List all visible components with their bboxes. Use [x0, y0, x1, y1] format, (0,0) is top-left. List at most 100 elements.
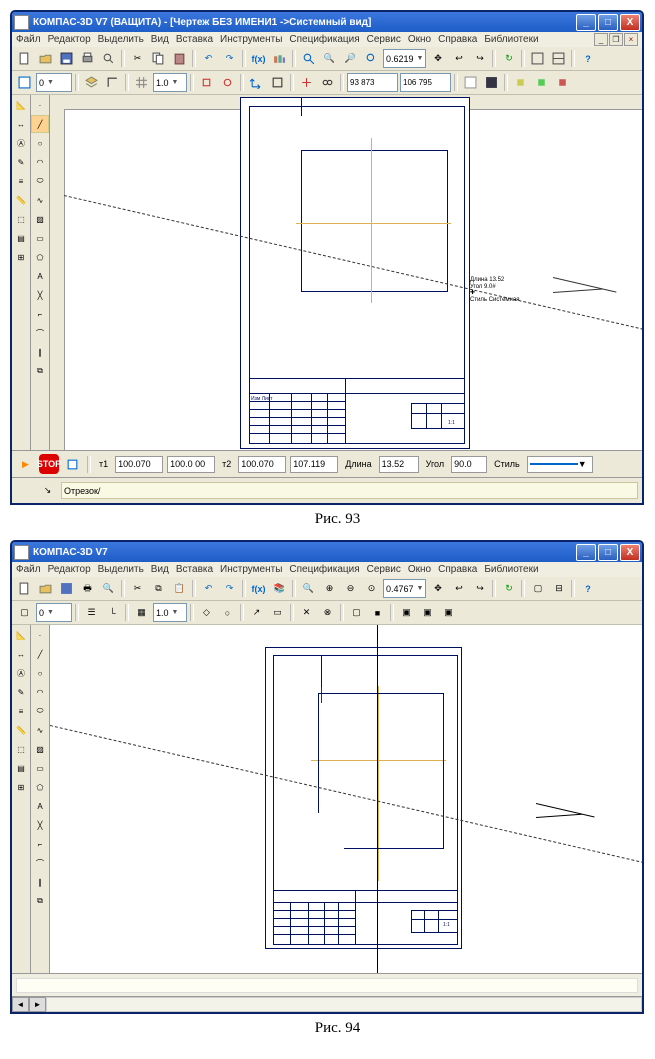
coord-y-field[interactable]: 106 795 — [400, 73, 451, 92]
save-button[interactable] — [57, 579, 76, 598]
bg2-button[interactable] — [482, 73, 501, 92]
snap2-button[interactable] — [218, 73, 237, 92]
tool-copy[interactable]: ⧉ — [31, 892, 49, 910]
print-button[interactable]: 🖶 — [78, 579, 97, 598]
tool-copy[interactable]: ⧉ — [31, 362, 49, 380]
zoom-window-button[interactable] — [299, 49, 318, 68]
state-button[interactable]: ▢ — [15, 603, 34, 622]
zoom-window-button[interactable]: 🔍 — [299, 579, 318, 598]
grid-button[interactable] — [132, 73, 151, 92]
cut-button[interactable]: ✂ — [128, 579, 147, 598]
tool-point[interactable]: · — [31, 96, 49, 114]
tool-chamfer[interactable]: ⌐ — [31, 835, 49, 853]
menu-edit[interactable]: Редактор — [48, 564, 91, 575]
paste-button[interactable] — [170, 49, 189, 68]
cp-spec[interactable]: ▤ — [12, 759, 30, 777]
tool-fillet[interactable]: ⌒ — [31, 854, 49, 872]
tool-rect[interactable]: ▭ — [31, 229, 49, 247]
menu-insert[interactable]: Вставка — [176, 34, 213, 45]
cp-geometry[interactable]: 📐 — [12, 96, 30, 114]
cp-sel[interactable]: ⬚ — [12, 210, 30, 228]
auto-create-button[interactable]: ▶ — [16, 455, 35, 474]
copy-button[interactable]: ⧉ — [149, 579, 168, 598]
tool-arc[interactable]: ◠ — [31, 153, 49, 171]
coord-x-field[interactable]: 93 873 — [347, 73, 398, 92]
cp-edit[interactable]: ✎ — [12, 683, 30, 701]
maximize-button[interactable]: □ — [598, 544, 618, 561]
pan-button[interactable]: ✥ — [428, 49, 447, 68]
zoom-out-button[interactable]: 🔎 — [341, 49, 360, 68]
libman-button[interactable]: 📚 — [270, 579, 289, 598]
zoom-next-button[interactable]: ↪ — [470, 579, 489, 598]
zoom-in-button[interactable]: ⊕ — [320, 579, 339, 598]
param-button[interactable] — [297, 73, 316, 92]
undo-button[interactable]: ↶ — [199, 49, 218, 68]
doc-restore-button[interactable]: ❐ — [609, 33, 623, 46]
menu-help[interactable]: Справка — [438, 564, 477, 575]
paste-button[interactable]: 📋 — [170, 579, 189, 598]
variables-button[interactable]: f(x) — [249, 49, 268, 68]
menu-tools[interactable]: Инструменты — [220, 564, 282, 575]
help-button[interactable]: ? — [578, 49, 597, 68]
layers-button[interactable]: ☰ — [82, 603, 101, 622]
menu-insert[interactable]: Вставка — [176, 564, 213, 575]
tool-arc[interactable]: ◠ — [31, 683, 49, 701]
scrollbar-horizontal[interactable]: ◄ ► — [12, 996, 642, 1012]
menu-view[interactable]: Вид — [151, 564, 169, 575]
cp-edit[interactable]: ✎ — [12, 153, 30, 171]
tool-spline[interactable]: ∿ — [31, 721, 49, 739]
menu-service[interactable]: Сервис — [367, 564, 401, 575]
tool-hatch[interactable]: ▨ — [31, 740, 49, 758]
menu-window[interactable]: Окно — [408, 34, 431, 45]
tool-equid[interactable]: ∥ — [31, 873, 49, 891]
redo-button[interactable]: ↷ — [220, 49, 239, 68]
bg1-button[interactable]: ▢ — [347, 603, 366, 622]
view2-button[interactable]: ⊟ — [549, 579, 568, 598]
tool-aux[interactable]: ╳ — [31, 816, 49, 834]
menu-select[interactable]: Выделить — [98, 34, 144, 45]
y2-field[interactable]: 107.119 — [290, 456, 338, 473]
doc-close-button[interactable]: × — [624, 33, 638, 46]
copy-button[interactable] — [149, 49, 168, 68]
state-button[interactable] — [15, 73, 34, 92]
tool-spline[interactable]: ∿ — [31, 191, 49, 209]
print-button[interactable] — [78, 49, 97, 68]
bg1-button[interactable] — [461, 73, 480, 92]
drawing-canvas[interactable]: Изм Лист 1:1 Длина 13.52 Угол 9.0# ✚ Сти… — [50, 95, 642, 450]
tool-poly[interactable]: ⬠ — [31, 778, 49, 796]
cp-dim[interactable]: ↔ — [12, 115, 30, 133]
redraw-button[interactable]: ↻ — [499, 579, 518, 598]
redo-button[interactable]: ↷ — [220, 579, 239, 598]
minimize-button[interactable]: _ — [576, 14, 596, 31]
open-button[interactable] — [36, 579, 55, 598]
lcs-button[interactable] — [247, 73, 266, 92]
view1-button[interactable] — [528, 49, 547, 68]
menu-edit[interactable]: Редактор — [48, 34, 91, 45]
minimize-button[interactable]: _ — [576, 544, 596, 561]
coord-button[interactable]: ▭ — [268, 603, 287, 622]
m1-button[interactable]: ▣ — [397, 603, 416, 622]
tool-poly[interactable]: ⬠ — [31, 248, 49, 266]
tool-hatch[interactable]: ▨ — [31, 210, 49, 228]
grid-button[interactable]: ▦ — [132, 603, 151, 622]
zoom-prev-button[interactable]: ↩ — [449, 579, 468, 598]
ortho-button[interactable] — [103, 73, 122, 92]
m3-button[interactable]: ▣ — [439, 603, 458, 622]
x2-field[interactable]: 100.070 — [238, 456, 286, 473]
drawing-canvas[interactable]: 1:1 — [50, 625, 642, 973]
zoom-prev-button[interactable]: ↩ — [449, 49, 468, 68]
zoom-scale-button[interactable] — [362, 49, 381, 68]
tool-line[interactable]: ╱ — [31, 115, 49, 133]
cp-spec[interactable]: ▤ — [12, 229, 30, 247]
lcs-button[interactable]: ↗ — [247, 603, 266, 622]
titlebar[interactable]: КОМПАС-3D V7 (ВАЩИТА) - [Чертеж БЕЗ ИМЕН… — [12, 12, 642, 32]
tool-ellipse[interactable]: ⬭ — [31, 172, 49, 190]
menu-file[interactable]: Файл — [16, 34, 41, 45]
menu-help[interactable]: Справка — [438, 34, 477, 45]
cp-sel[interactable]: ⬚ — [12, 740, 30, 758]
scroll-right-button[interactable]: ► — [29, 997, 46, 1012]
zoom-next-button[interactable]: ↪ — [470, 49, 489, 68]
new-button[interactable] — [15, 49, 34, 68]
layer-field[interactable]: 0▼ — [36, 73, 72, 92]
preview-button[interactable]: 🔍 — [99, 579, 118, 598]
